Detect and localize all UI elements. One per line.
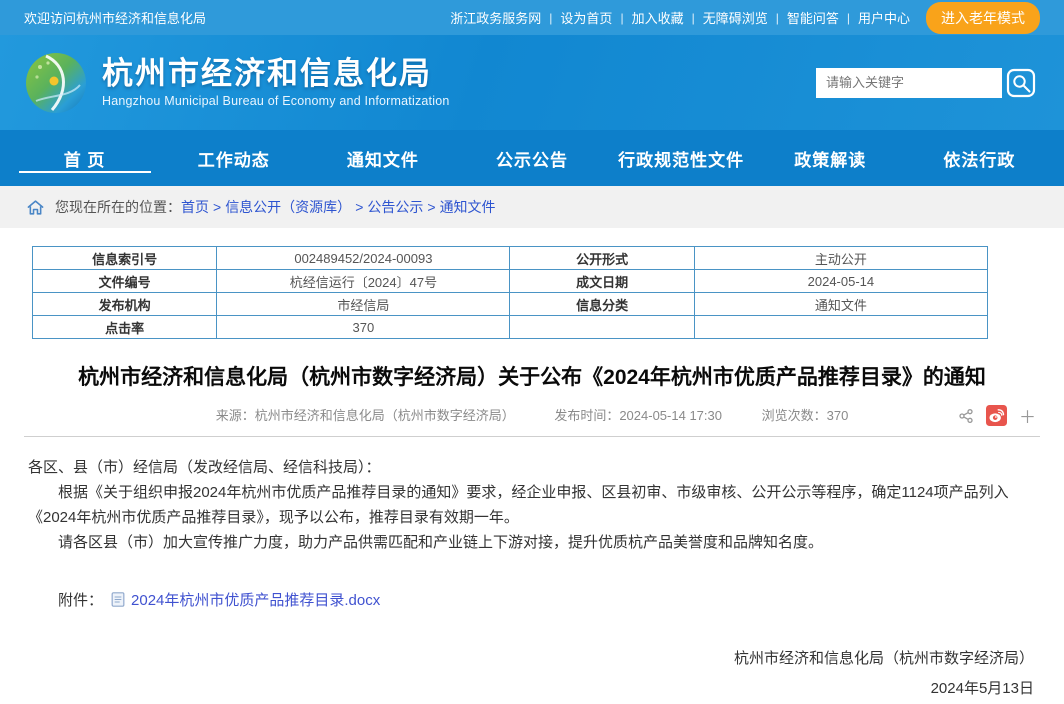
info-value-click-rate: 370	[217, 316, 510, 339]
page-title: 杭州市经济和信息化局（杭州市数字经济局）关于公布《2024年杭州市优质产品推荐目…	[24, 361, 1040, 391]
separator: >	[213, 199, 221, 215]
signature-organization: 杭州市经济和信息化局（杭州市数字经济局）	[28, 644, 1034, 674]
info-label-click-rate: 点击率	[33, 316, 217, 339]
breadcrumb-item-info-disclosure[interactable]: 信息公开（资源库）	[225, 197, 351, 217]
paragraph-main: 根据《关于组织申报2024年杭州市优质产品推荐目录的通知》要求，经企业申报、区县…	[28, 480, 1036, 530]
separator: >	[427, 199, 435, 215]
main-navigation: 首 页 工作动态 通知文件 公示公告 行政规范性文件 政策解读 依法行政	[0, 130, 1064, 186]
breadcrumb-prefix: 您现在所在的位置：	[55, 197, 181, 217]
elder-mode-button[interactable]: 进入老年模式	[926, 2, 1040, 34]
info-value-empty	[694, 316, 987, 339]
info-value-index-number: 002489452/2024-00093	[217, 247, 510, 270]
search-button[interactable]	[1002, 67, 1040, 99]
info-label-written-date: 成文日期	[510, 270, 694, 293]
info-value-info-category: 通知文件	[694, 293, 987, 316]
attachment-row: 附件： 2024年杭州市优质产品推荐目录.docx	[28, 589, 1036, 610]
document-info-table: 信息索引号 002489452/2024-00093 公开形式 主动公开 文件编…	[32, 246, 988, 339]
table-row: 发布机构 市经信局 信息分类 通知文件	[33, 293, 988, 316]
search-input[interactable]	[816, 68, 1002, 98]
search-icon	[1005, 67, 1037, 99]
nav-item-notice-documents[interactable]: 通知文件	[308, 130, 457, 186]
nav-item-public-announcements[interactable]: 公示公告	[457, 130, 606, 186]
nav-item-law-based-administration[interactable]: 依法行政	[905, 130, 1054, 186]
nav-item-policy-interpretation[interactable]: 政策解读	[756, 130, 905, 186]
info-value-document-number: 杭经信运行〔2024〕47号	[217, 270, 510, 293]
topbar-link-user-center[interactable]: 用户中心	[856, 8, 912, 27]
signature-block: 杭州市经济和信息化局（杭州市数字经济局） 2024年5月13日	[28, 644, 1036, 704]
attachment-link[interactable]: 2024年杭州市优质产品推荐目录.docx	[131, 589, 380, 610]
breadcrumb-item-announcements[interactable]: 公告公示	[367, 197, 423, 217]
separator: |	[847, 11, 850, 25]
info-label-issuing-agency: 发布机构	[33, 293, 217, 316]
breadcrumb-item-notice-documents[interactable]: 通知文件	[440, 197, 496, 217]
table-row: 信息索引号 002489452/2024-00093 公开形式 主动公开	[33, 247, 988, 270]
separator: |	[692, 11, 695, 25]
site-logo-icon	[24, 51, 88, 115]
topbar-link-add-favorite[interactable]: 加入收藏	[630, 8, 686, 27]
article-container: 信息索引号 002489452/2024-00093 公开形式 主动公开 文件编…	[0, 228, 1064, 704]
topbar-link-accessibility[interactable]: 无障碍浏览	[701, 8, 770, 27]
article-publish-time: 发布时间：2024-05-14 17:30	[554, 408, 722, 423]
info-value-written-date: 2024-05-14	[694, 270, 987, 293]
search-box	[816, 67, 1040, 99]
table-row: 文件编号 杭经信运行〔2024〕47号 成文日期 2024-05-14	[33, 270, 988, 293]
info-label-info-category: 信息分类	[510, 293, 694, 316]
table-row: 点击率 370	[33, 316, 988, 339]
home-icon[interactable]	[26, 198, 45, 217]
article-body: 各区、县（市）经信局（发改经信局、经信科技局）： 根据《关于组织申报2024年杭…	[24, 437, 1040, 704]
info-value-disclosure-form: 主动公开	[694, 247, 987, 270]
info-value-issuing-agency: 市经信局	[217, 293, 510, 316]
separator: >	[355, 199, 363, 215]
doc-icon	[111, 592, 125, 607]
info-label-disclosure-form: 公开形式	[510, 247, 694, 270]
breadcrumb: 您现在所在的位置： 首页 > 信息公开（资源库） > 公告公示 > 通知文件	[0, 186, 1064, 228]
article-view-count: 浏览次数：370	[762, 408, 849, 423]
paragraph-salutation: 各区、县（市）经信局（发改经信局、经信科技局）：	[28, 455, 1036, 480]
welcome-text: 欢迎访问杭州市经济和信息化局	[24, 8, 206, 27]
site-name-english: Hangzhou Municipal Bureau of Economy and…	[102, 94, 450, 108]
top-utility-bar: 欢迎访问杭州市经济和信息化局 浙江政务服务网 | 设为首页 | 加入收藏 | 无…	[0, 0, 1064, 35]
topbar-link-set-homepage[interactable]: 设为首页	[558, 8, 614, 27]
separator: |	[549, 11, 552, 25]
attachment-label: 附件：	[58, 589, 103, 610]
share-toolbar: ＋	[958, 403, 1036, 428]
separator: |	[620, 11, 623, 25]
nav-item-work-news[interactable]: 工作动态	[159, 130, 308, 186]
article-source: 来源：杭州市经济和信息化局（杭州市数字经济局）	[216, 408, 515, 423]
plus-icon[interactable]: ＋	[1019, 403, 1036, 428]
signature-date: 2024年5月13日	[28, 674, 1034, 704]
paragraph-closing: 请各区县（市）加大宣传推广力度，助力产品供需匹配和产业链上下游对接，提升优质杭产…	[28, 530, 1036, 555]
weibo-icon[interactable]	[986, 405, 1007, 426]
info-label-index-number: 信息索引号	[33, 247, 217, 270]
nav-item-home[interactable]: 首 页	[10, 130, 159, 186]
article-meta-bar: 来源：杭州市经济和信息化局（杭州市数字经济局） 发布时间：2024-05-14 …	[24, 405, 1040, 437]
site-name: 杭州市经济和信息化局	[102, 57, 450, 91]
site-header: 杭州市经济和信息化局 Hangzhou Municipal Bureau of …	[0, 35, 1064, 130]
nav-item-administrative-normative-documents[interactable]: 行政规范性文件	[607, 130, 756, 186]
share-icon[interactable]	[958, 408, 974, 424]
topbar-link-zhejiang-gov[interactable]: 浙江政务服务网	[448, 8, 543, 27]
info-label-document-number: 文件编号	[33, 270, 217, 293]
separator: |	[776, 11, 779, 25]
breadcrumb-item-home[interactable]: 首页	[181, 197, 209, 217]
topbar-link-smart-qa[interactable]: 智能问答	[785, 8, 841, 27]
info-label-empty	[510, 316, 694, 339]
